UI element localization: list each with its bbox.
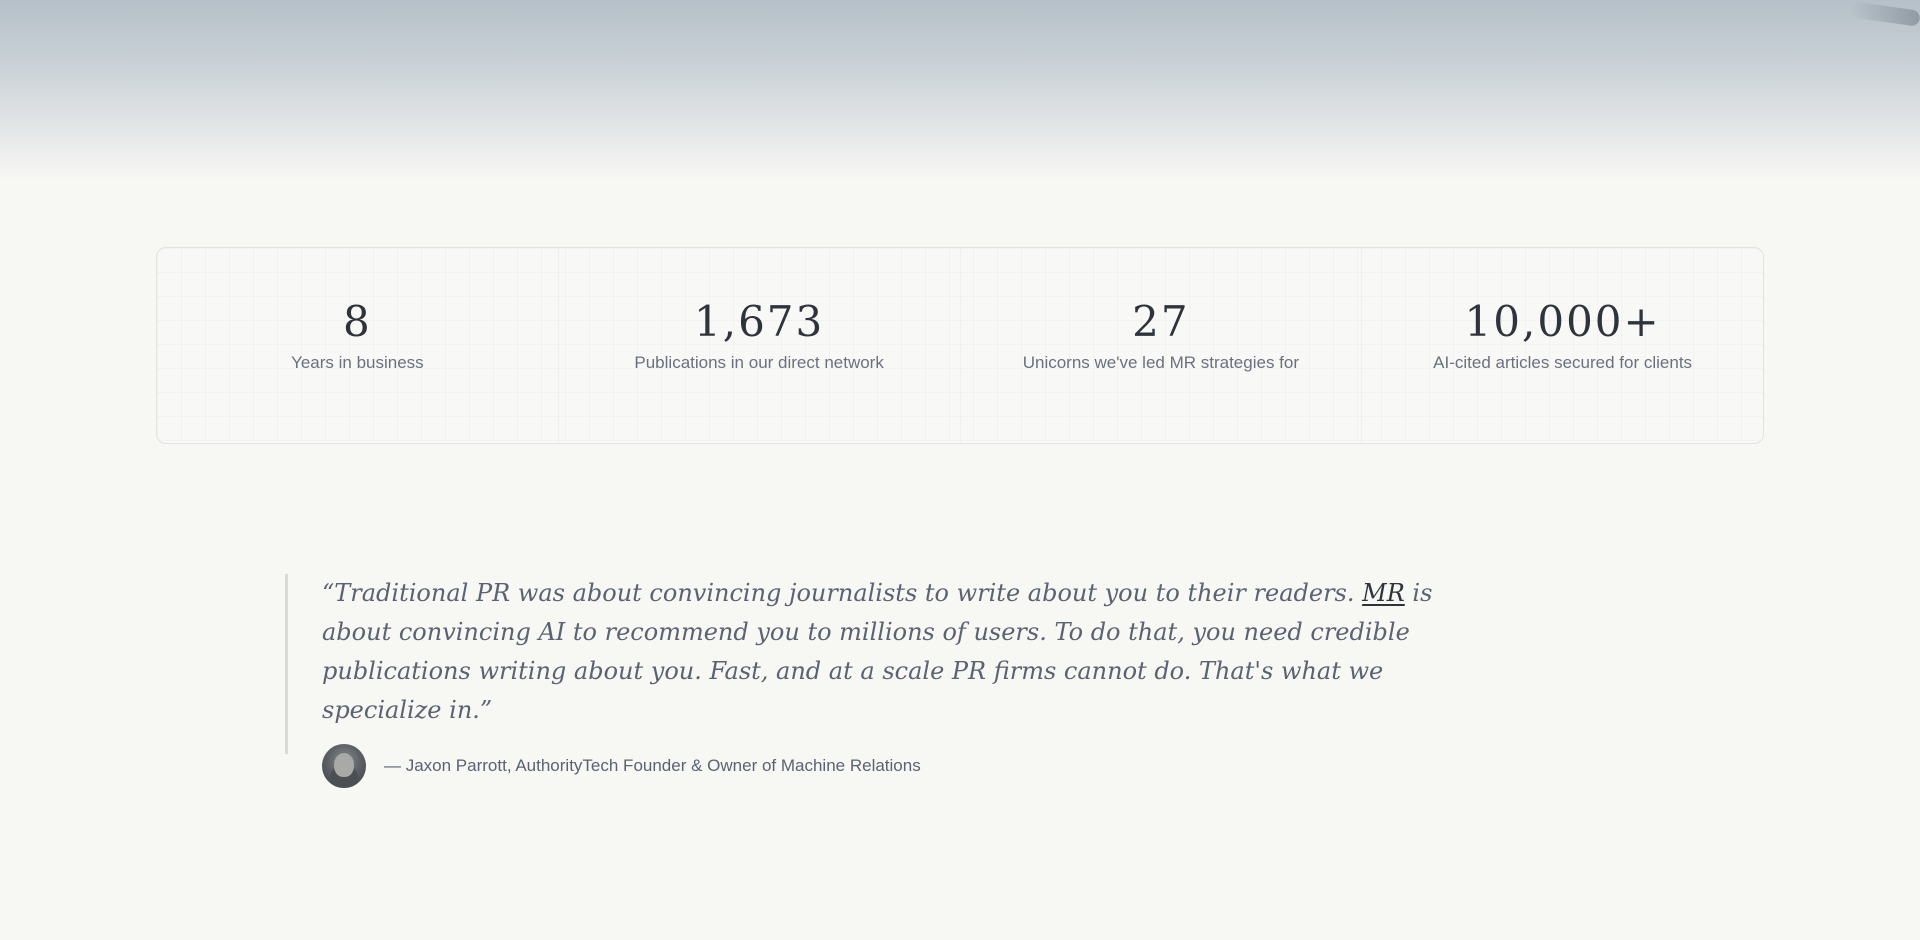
quote-text: “Traditional PR was about convincing jou… [322,574,1452,730]
stat-value: 10,000+ [1464,296,1661,346]
stat-label: Years in business [291,352,424,372]
quote-text-start: “Traditional PR was about convincing jou… [322,579,1363,607]
stats-panel: 8 Years in business 1,673 Publications i… [156,247,1764,444]
stat-label: AI-cited articles secured for clients [1433,352,1693,372]
stat-unicorns: 27 Unicorns we've led MR strategies for [961,248,1363,443]
mr-abbreviation[interactable]: MR [1362,579,1405,607]
stat-label: Unicorns we've led MR strategies for [1022,352,1300,372]
stat-years: 8 Years in business [157,248,559,443]
founder-quote: “Traditional PR was about convincing jou… [285,574,1465,788]
stat-value: 27 [1132,296,1190,346]
stat-value: 8 [343,296,372,346]
attribution-text: — Jaxon Parrott, AuthorityTech Founder &… [384,756,921,775]
hero-image-fade [0,0,1920,180]
stat-articles: 10,000+ AI-cited articles secured for cl… [1362,248,1763,443]
stat-publications: 1,673 Publications in our direct network [559,248,961,443]
stat-value: 1,673 [694,296,825,346]
stat-label: Publications in our direct network [634,352,884,372]
quote-attribution: — Jaxon Parrott, AuthorityTech Founder &… [322,744,1465,788]
avatar [322,744,366,788]
